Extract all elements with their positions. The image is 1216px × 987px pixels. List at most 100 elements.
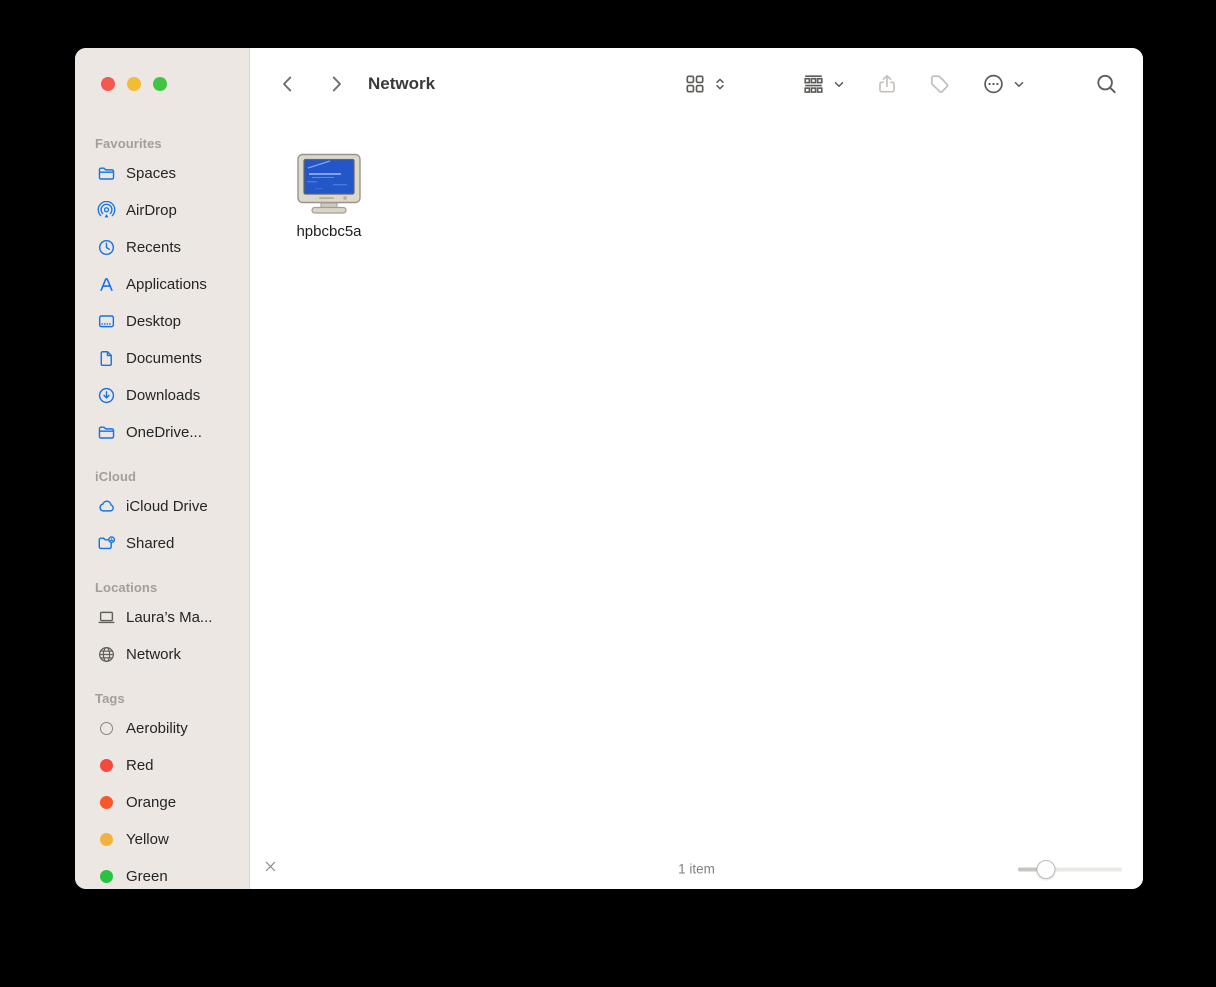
sidebar-item-spaces[interactable]: Spaces [95, 155, 249, 192]
toolbar: Network [250, 48, 1143, 120]
sidebar-item-shared[interactable]: Shared [95, 525, 249, 562]
view-options-button[interactable] [684, 73, 727, 95]
chevron-down-icon [832, 76, 846, 92]
shared-folder-icon [95, 534, 117, 554]
tag-dot-icon [100, 759, 113, 772]
sidebar-item-icloud-drive[interactable]: iCloud Drive [95, 488, 249, 525]
chevron-down-icon [1012, 76, 1026, 92]
share-button[interactable] [876, 72, 898, 96]
icon-size-slider[interactable] [1018, 860, 1122, 879]
sidebar-item-label: Green [126, 868, 168, 885]
sidebar-item-applications[interactable]: Applications [95, 266, 249, 303]
tag-dot-icon [100, 833, 113, 846]
sidebar-item-label: Shared [126, 535, 174, 552]
search-icon [1095, 73, 1118, 96]
search-button[interactable] [1095, 73, 1118, 96]
sidebar-section: Favourites Spaces AirDrop Recents Applicatio… [95, 118, 249, 451]
sidebar-item-label: iCloud Drive [126, 498, 208, 515]
zoom-slider-thumb[interactable] [1037, 860, 1056, 879]
file-item-label: hpbcbc5a [296, 223, 361, 240]
traffic-lights [95, 48, 249, 118]
main-area: Network hpbcbc5a [250, 48, 1143, 889]
tag-dot-icon [95, 830, 117, 850]
cloud-icon [95, 497, 117, 517]
close-x-icon [263, 859, 278, 874]
sidebar-item-orange[interactable]: Orange [95, 784, 249, 821]
tag-dot-icon [95, 793, 117, 813]
tag-dot-icon [100, 796, 113, 809]
sidebar-section: TagsAerobilityRedOrangeYellowGreen [95, 673, 249, 889]
chevron-right-icon [326, 73, 346, 95]
share-icon [876, 72, 898, 96]
back-button[interactable] [278, 73, 298, 95]
file-browser-content: hpbcbc5a [250, 120, 1143, 849]
sidebar-item-label: Downloads [126, 387, 200, 404]
chevron-left-icon [278, 73, 298, 95]
zoom-window-button[interactable] [153, 77, 167, 91]
cancel-button[interactable] [263, 859, 278, 879]
sidebar-section-title: Favourites [95, 118, 249, 155]
network-computer-icon [293, 153, 365, 217]
tag-dot-icon [95, 867, 117, 887]
sidebar-item-aerobility[interactable]: Aerobility [95, 710, 249, 747]
sidebar-section: Locations Laura’s Ma... Network [95, 562, 249, 673]
sidebar-section-title: iCloud [95, 451, 249, 488]
applications-icon [95, 275, 117, 295]
forward-button[interactable] [326, 73, 346, 95]
sidebar-item-label: Desktop [126, 313, 181, 330]
sidebar-item-label: Laura’s Ma... [126, 609, 212, 626]
sidebar-item-label: Applications [126, 276, 207, 293]
sidebar-item-label: Documents [126, 350, 202, 367]
sidebar-section: iCloud iCloud Drive Shared [95, 451, 249, 562]
desktop-icon [95, 312, 117, 332]
tag-dot-icon [100, 722, 113, 735]
group-view-icon [802, 73, 825, 96]
file-item-hpbcbc5a[interactable]: hpbcbc5a [293, 153, 365, 240]
sidebar-item-red[interactable]: Red [95, 747, 249, 784]
sidebar-item-documents[interactable]: Documents [95, 340, 249, 377]
sidebar-section-title: Locations [95, 562, 249, 599]
airdrop-icon [95, 201, 117, 221]
sidebar-item-label: Yellow [126, 831, 169, 848]
chevrons-up-down-icon [713, 76, 727, 92]
sidebar-item-label: Orange [126, 794, 176, 811]
sidebar-item-green[interactable]: Green [95, 858, 249, 889]
sidebar-item-label: Network [126, 646, 181, 663]
sidebar-item-label: AirDrop [126, 202, 177, 219]
sidebar-item-downloads[interactable]: Downloads [95, 377, 249, 414]
minimize-window-button[interactable] [127, 77, 141, 91]
tags-button[interactable] [928, 73, 951, 96]
folder-icon [95, 164, 117, 184]
tag-dot-icon [100, 870, 113, 883]
download-icon [95, 386, 117, 406]
tag-dot-icon [95, 756, 117, 776]
close-window-button[interactable] [101, 77, 115, 91]
sidebar-item-yellow[interactable]: Yellow [95, 821, 249, 858]
sidebar: Favourites Spaces AirDrop Recents Applicatio… [75, 48, 250, 889]
globe-icon [95, 645, 117, 665]
sidebar-item-network[interactable]: Network [95, 636, 249, 673]
window-title: Network [368, 74, 435, 94]
sidebar-item-label: Recents [126, 239, 181, 256]
tag-icon [928, 73, 951, 96]
folder-icon [95, 423, 117, 443]
finder-window: Favourites Spaces AirDrop Recents Applicatio… [75, 48, 1143, 889]
sidebar-item-recents[interactable]: Recents [95, 229, 249, 266]
grid-view-icon [684, 73, 706, 95]
sidebar-item-laura-s-ma[interactable]: Laura’s Ma... [95, 599, 249, 636]
sidebar-item-label: Aerobility [126, 720, 188, 737]
laptop-icon [95, 608, 117, 628]
ellipsis-circle-icon [982, 73, 1005, 96]
sidebar-item-airdrop[interactable]: AirDrop [95, 192, 249, 229]
more-actions-button[interactable] [982, 73, 1026, 96]
sidebar-item-onedrive[interactable]: OneDrive... [95, 414, 249, 451]
sidebar-item-label: OneDrive... [126, 424, 202, 441]
status-bar: 1 item [250, 849, 1143, 889]
item-count-label: 1 item [678, 862, 715, 877]
group-by-button[interactable] [802, 73, 846, 96]
document-icon [95, 349, 117, 369]
sidebar-item-label: Red [126, 757, 154, 774]
tag-dot-icon [95, 719, 117, 739]
sidebar-item-desktop[interactable]: Desktop [95, 303, 249, 340]
sidebar-item-label: Spaces [126, 165, 176, 182]
